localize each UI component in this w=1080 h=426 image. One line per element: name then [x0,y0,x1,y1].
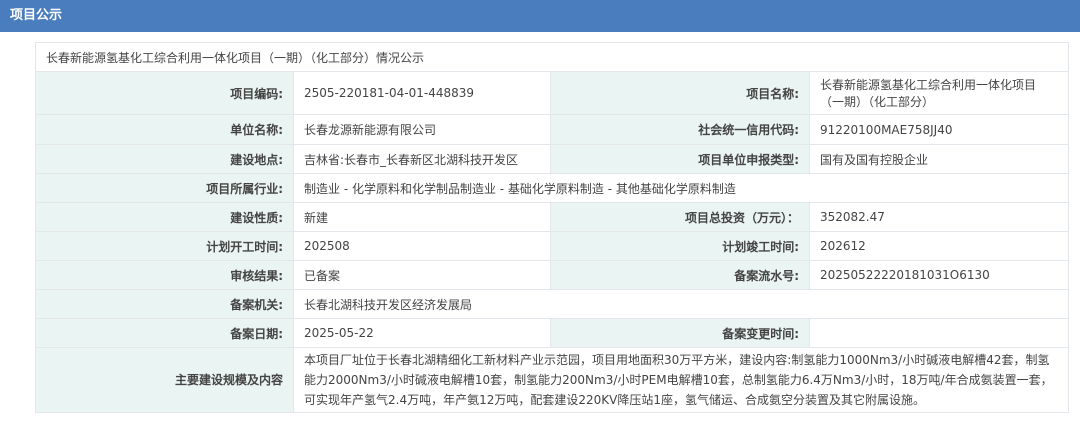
industry-label: 项目所属行业: [35,173,294,203]
project-code-label: 项目编码: [35,71,294,115]
table-caption: 长春新能源氢基化工综合利用一体化项目（一期）（化工部分）情况公示 [34,42,1070,72]
table-caption-row: 长春新能源氢基化工综合利用一体化项目（一期）（化工部分）情况公示 [34,42,1070,72]
scale-label: 主要建设规模及内容 [35,347,294,413]
unit-name-label: 单位名称: [35,114,294,145]
plan-finish-label: 计划竣工时间: [550,231,810,261]
table-row: 备案日期: 2025-05-22 备案变更时间: [35,318,1070,348]
credit-code-label: 社会统一信用代码: [550,114,810,145]
change-time-label: 备案变更时间: [550,318,810,348]
change-time-value [808,318,1070,348]
serial-label: 备案流水号: [550,260,810,290]
declare-type-label: 项目单位申报类型: [550,144,810,174]
project-name-label: 项目名称: [550,71,810,115]
industry-value: 制造业 - 化学原料和化学制品制造业 - 基础化学原料制造 - 其他基础化学原料… [292,173,1070,203]
authority-label: 备案机关: [35,289,294,319]
project-info-table: 长春新能源氢基化工综合利用一体化项目（一期）（化工部分）情况公示 项目编码: 2… [34,42,1070,413]
content-area: 长春新能源氢基化工综合利用一体化项目（一期）（化工部分）情况公示 项目编码: 2… [0,32,1080,413]
plan-finish-value: 202612 [808,231,1070,261]
project-code-value: 2505-220181-04-01-448839 [293,71,551,115]
page-header: 项目公示 [0,0,1080,32]
plan-start-label: 计划开工时间: [35,231,294,261]
investment-label: 项目总投资（万元）： [550,202,810,232]
date-label: 备案日期: [35,318,294,348]
unit-name-value: 长春龙源新能源有限公司 [293,114,551,145]
table-row: 审核结果: 已备案 备案流水号: 20250522220181031O6130 [35,260,1070,290]
investment-value: 352082.47 [808,202,1070,232]
table-row: 主要建设规模及内容 本项目厂址位于长春北湖精细化工新材料产业示范园，项目用地面积… [35,347,1070,413]
review-label: 审核结果: [35,260,294,290]
location-label: 建设地点: [35,144,294,174]
table-row: 单位名称: 长春龙源新能源有限公司 社会统一信用代码: 91220100MAE7… [35,114,1070,145]
authority-value: 长春北湖科技开发区经济发展局 [292,289,1070,319]
serial-value: 20250522220181031O6130 [808,260,1070,290]
page-title: 项目公示 [10,8,63,23]
nature-label: 建设性质: [35,202,294,232]
project-name-value: 长春新能源氢基化工综合利用一体化项目（一期）（化工部分） [808,71,1070,115]
plan-start-value: 202508 [293,231,551,261]
table-row: 建设地点: 吉林省:长春市_长春新区北湖科技开发区 项目单位申报类型: 国有及国… [35,144,1070,174]
date-value: 2025-05-22 [293,318,551,348]
location-value: 吉林省:长春市_长春新区北湖科技开发区 [293,144,551,174]
table-row: 建设性质: 新建 项目总投资（万元）： 352082.47 [35,202,1070,232]
table-row: 项目编码: 2505-220181-04-01-448839 项目名称: 长春新… [35,71,1070,115]
table-row: 备案机关: 长春北湖科技开发区经济发展局 [35,289,1070,319]
nature-value: 新建 [293,202,551,232]
table-row: 项目所属行业: 制造业 - 化学原料和化学制品制造业 - 基础化学原料制造 - … [35,173,1070,203]
table-row: 计划开工时间: 202508 计划竣工时间: 202612 [35,231,1070,261]
scale-value: 本项目厂址位于长春北湖精细化工新材料产业示范园，项目用地面积30万平方米，建设内… [292,347,1070,413]
credit-code-value: 91220100MAE758JJ40 [808,114,1070,145]
review-value: 已备案 [293,260,551,290]
declare-type-value: 国有及国有控股企业 [808,144,1070,174]
